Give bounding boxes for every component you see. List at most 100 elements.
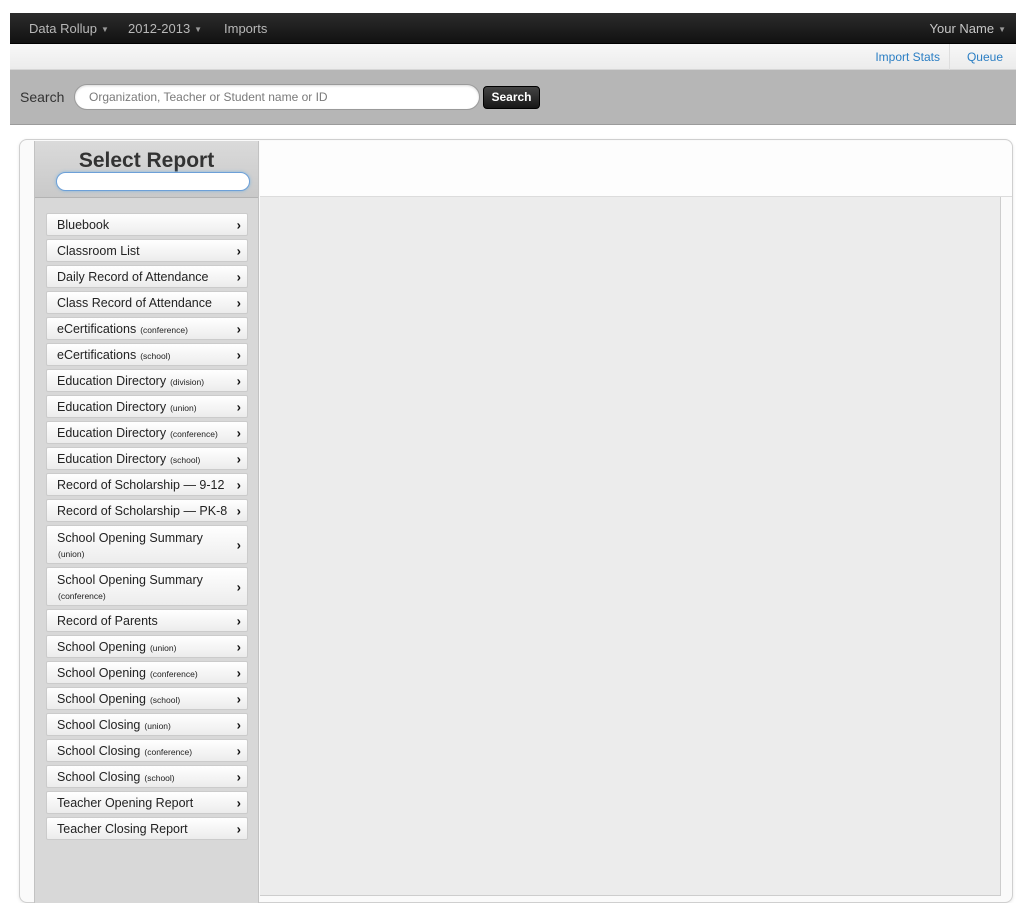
report-item-qualifier: (union): [170, 402, 197, 413]
report-item[interactable]: School Closing (conference) ›: [46, 739, 248, 762]
chevron-right-icon: ›: [236, 451, 241, 466]
chevron-right-icon: ›: [236, 639, 241, 654]
report-item-label: School Opening Summary: [57, 572, 203, 587]
chevron-right-icon: ›: [236, 295, 241, 310]
chevron-right-icon: ›: [236, 243, 241, 258]
report-item-label: Record of Scholarship — 9-12: [57, 477, 225, 492]
report-item[interactable]: Teacher Closing Report ›: [46, 817, 248, 840]
report-item-label: Record of Scholarship — PK-8: [57, 503, 228, 518]
report-item-qualifier: (union): [144, 720, 171, 731]
chevron-right-icon: ›: [236, 399, 241, 414]
report-content-area: [260, 197, 1001, 896]
search-label: Search: [20, 89, 65, 105]
report-item[interactable]: School Closing (union) ›: [46, 713, 248, 736]
report-item-label: School Opening Summary: [57, 530, 203, 545]
report-item[interactable]: eCertifications (school) ›: [46, 343, 248, 366]
report-item-label: eCertifications (conference): [57, 321, 188, 336]
data-rollup-label: Data Rollup: [29, 21, 97, 36]
report-item-label: School Opening (conference): [57, 665, 198, 680]
caret-down-icon: ▼: [998, 25, 1006, 35]
chevron-right-icon: ›: [236, 613, 241, 628]
user-menu[interactable]: Your Name ▼: [930, 13, 1006, 44]
report-item-label: Education Directory (union): [57, 399, 197, 414]
main-panel: Select Report Bluebook › Classroom List › Da…: [19, 139, 1013, 903]
report-item-qualifier: (union): [149, 642, 177, 653]
sub-navbar: Import Stats Queue: [10, 44, 1016, 70]
report-item[interactable]: Education Directory (conference) ›: [46, 421, 248, 444]
chevron-right-icon: ›: [236, 769, 241, 784]
chevron-right-icon: ›: [236, 691, 241, 706]
report-item[interactable]: School Closing (school) ›: [46, 765, 248, 788]
report-item[interactable]: Record of Scholarship — PK-8 ›: [46, 499, 248, 522]
report-item[interactable]: School Opening (union) ›: [46, 635, 248, 658]
chevron-right-icon: ›: [236, 743, 241, 758]
school-year-label: 2012-2013: [128, 21, 191, 36]
report-item[interactable]: Record of Scholarship — 9-12 ›: [46, 473, 248, 496]
report-item-label: Teacher Opening Report: [57, 795, 194, 810]
user-name-label: Your Name: [929, 21, 995, 36]
chevron-right-icon: ›: [236, 579, 241, 594]
caret-down-icon: ▼: [194, 25, 203, 35]
report-item[interactable]: Class Record of Attendance ›: [46, 291, 248, 314]
chevron-right-icon: ›: [236, 795, 241, 810]
report-item-label: School Opening (school): [57, 691, 181, 706]
report-item-qualifier: (conference): [58, 590, 106, 601]
report-item[interactable]: Education Directory (union) ›: [46, 395, 248, 418]
report-filter-input[interactable]: [56, 172, 250, 191]
report-item-label: Record of Parents: [57, 613, 158, 628]
school-year-menu[interactable]: 2012-2013 ▼: [128, 13, 202, 44]
report-item-qualifier: (conference): [140, 324, 188, 335]
chevron-right-icon: ›: [236, 373, 241, 388]
data-rollup-menu[interactable]: Data Rollup ▼: [29, 13, 109, 44]
report-item[interactable]: School Opening Summary (union) ›: [46, 525, 248, 564]
report-item-label: eCertifications (school): [57, 347, 171, 362]
search-bar: Search Search: [10, 70, 1016, 125]
queue-link[interactable]: Queue: [967, 44, 1003, 70]
report-item[interactable]: Education Directory (school) ›: [46, 447, 248, 470]
report-item-label: Bluebook: [57, 217, 110, 232]
report-item-qualifier: (school): [144, 772, 175, 783]
report-sidebar: Select Report Bluebook › Classroom List › Da…: [34, 141, 259, 903]
chevron-right-icon: ›: [236, 217, 241, 232]
search-button[interactable]: Search: [483, 86, 540, 109]
report-item[interactable]: Record of Parents ›: [46, 609, 248, 632]
report-item-label: School Closing (school): [57, 769, 175, 784]
report-item-label: Education Directory (division): [57, 373, 205, 388]
report-item[interactable]: Bluebook ›: [46, 213, 248, 236]
report-item[interactable]: Education Directory (division) ›: [46, 369, 248, 392]
report-item-qualifier: (school): [140, 350, 171, 361]
report-item-qualifier: (conference): [144, 746, 193, 757]
report-item[interactable]: School Opening Summary (conference) ›: [46, 567, 248, 606]
report-item-qualifier: (conference): [149, 668, 198, 679]
report-item-label: Classroom List: [57, 243, 140, 258]
import-stats-link[interactable]: Import Stats: [875, 44, 950, 70]
chevron-right-icon: ›: [236, 269, 241, 284]
sidebar-title: Select Report: [78, 149, 215, 172]
caret-down-icon: ▼: [100, 25, 109, 35]
chevron-right-icon: ›: [236, 537, 241, 552]
report-item-qualifier: (conference): [170, 428, 218, 439]
sidebar-header: Select Report: [35, 141, 258, 198]
report-item-qualifier: (division): [170, 376, 205, 387]
chevron-right-icon: ›: [236, 347, 241, 362]
report-item-label: Education Directory (school): [57, 451, 201, 466]
report-item-label: School Closing (conference): [57, 743, 193, 758]
report-item[interactable]: Teacher Opening Report ›: [46, 791, 248, 814]
report-item[interactable]: eCertifications (conference) ›: [46, 317, 248, 340]
report-item[interactable]: School Opening (conference) ›: [46, 661, 248, 684]
report-item-label: Daily Record of Attendance: [57, 269, 209, 284]
report-item-label: Teacher Closing Report: [57, 821, 188, 836]
report-list: Bluebook › Classroom List › Daily Record of …: [46, 213, 248, 843]
chevron-right-icon: ›: [236, 321, 241, 336]
report-item[interactable]: Classroom List ›: [46, 239, 248, 262]
chevron-right-icon: ›: [236, 821, 241, 836]
chevron-right-icon: ›: [236, 665, 241, 680]
report-item[interactable]: Daily Record of Attendance ›: [46, 265, 248, 288]
report-item-label: Class Record of Attendance: [57, 295, 212, 310]
content-header: [260, 141, 1012, 197]
top-navbar: Data Rollup ▼ 2012-2013 ▼ Imports Your Nam…: [10, 13, 1016, 44]
search-input[interactable]: [74, 84, 480, 110]
imports-link[interactable]: Imports: [224, 13, 267, 44]
chevron-right-icon: ›: [236, 425, 241, 440]
report-item[interactable]: School Opening (school) ›: [46, 687, 248, 710]
